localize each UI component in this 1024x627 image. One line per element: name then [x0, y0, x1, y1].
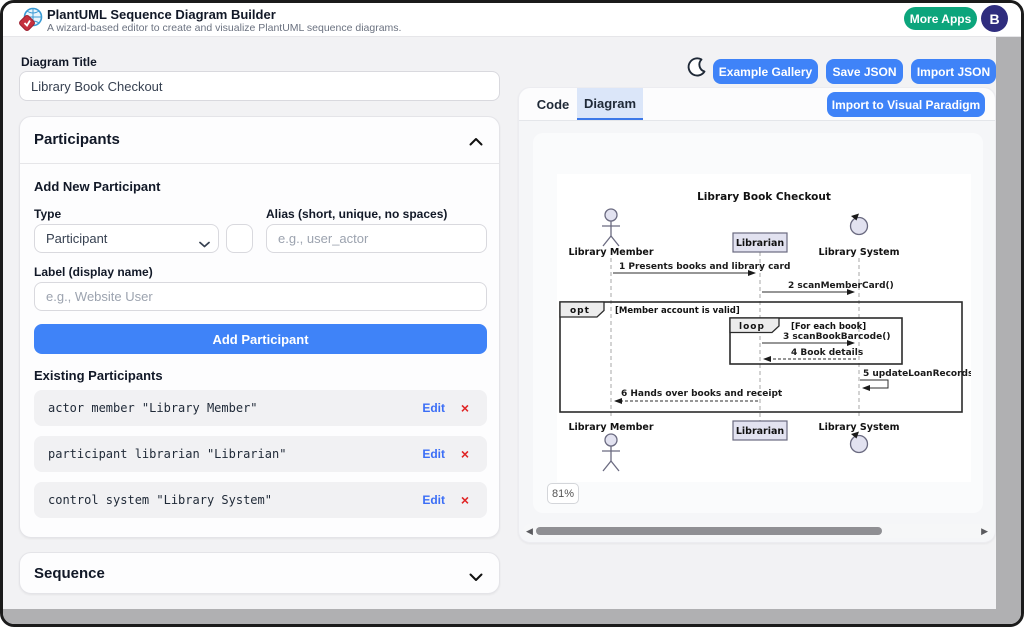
seq-message-label: 6 Hands over books and receipt	[621, 389, 783, 399]
app-subtitle: A wizard-based editor to create and visu…	[47, 22, 401, 34]
edit-participant-button[interactable]: Edit	[422, 447, 445, 461]
divider	[20, 163, 499, 164]
user-avatar[interactable]: B	[981, 5, 1008, 32]
participant-type-select[interactable]: Participant	[34, 224, 219, 253]
zoom-level-badge: 81%	[547, 483, 579, 504]
remove-participant-button[interactable]: ×	[461, 446, 469, 462]
app-window: PlantUML Sequence Diagram Builder A wiza…	[0, 0, 1024, 627]
import-json-button[interactable]: Import JSON	[911, 59, 996, 84]
seq-message-label: 4 Book details	[791, 348, 863, 358]
scrollbar-right-arrow-icon[interactable]: ▶	[981, 524, 988, 538]
participant-code: participant librarian "Librarian"	[48, 447, 286, 461]
chevron-down-icon	[469, 569, 483, 587]
window-right-gutter	[996, 37, 1021, 609]
diagram-preview: Library Book Checkout Library Member	[533, 133, 983, 513]
loop-guard: [For each book]	[791, 322, 866, 332]
participants-card: Participants Add New Participant Type Al…	[19, 116, 500, 538]
loop-keyword: loop	[739, 322, 765, 332]
label-input[interactable]	[34, 282, 487, 311]
scrollbar-left-arrow-icon[interactable]: ◀	[526, 524, 533, 538]
sequence-title: Sequence	[34, 565, 105, 582]
participants-title: Participants	[34, 131, 120, 148]
app-header: PlantUML Sequence Diagram Builder A wiza…	[3, 3, 1021, 37]
participant-row: control system "Library System" Edit ×	[34, 482, 487, 518]
seq-self-message-line	[860, 380, 888, 388]
scrollbar-thumb[interactable]	[536, 527, 882, 535]
opt-keyword: opt	[570, 306, 590, 316]
remove-participant-button[interactable]: ×	[461, 492, 469, 508]
participant-code: control system "Library System"	[48, 493, 272, 507]
window-bottom-gutter	[3, 609, 1021, 624]
participant-row: actor member "Library Member" Edit ×	[34, 390, 487, 426]
alias-input[interactable]	[266, 224, 487, 253]
participant-name: Librarian	[736, 426, 785, 437]
participant-name: Librarian	[736, 238, 785, 249]
save-json-button[interactable]: Save JSON	[826, 59, 903, 84]
app-logo-icon	[18, 7, 44, 33]
alias-label: Alias (short, unique, no spaces)	[266, 207, 447, 221]
existing-participants-heading: Existing Participants	[34, 368, 163, 383]
actor-icon	[602, 209, 620, 246]
type-label: Type	[34, 207, 61, 221]
participant-color-box[interactable]	[226, 224, 253, 253]
participant-row: participant librarian "Librarian" Edit ×	[34, 436, 487, 472]
opt-guard: [Member account is valid]	[615, 306, 740, 316]
sequence-accordion-header[interactable]: Sequence	[19, 552, 500, 594]
seq-message-label: 2 scanMemberCard()	[788, 281, 894, 291]
import-to-visual-paradigm-button[interactable]: Import to Visual Paradigm	[827, 92, 985, 117]
tab-bar: Code Diagram Import to Visual Paradigm	[519, 88, 995, 121]
diagram-panel: Code Diagram Import to Visual Paradigm L…	[518, 87, 996, 543]
diagram-title-label: Diagram Title	[21, 55, 97, 69]
edit-participant-button[interactable]: Edit	[422, 493, 445, 507]
participants-accordion-header[interactable]: Participants	[20, 117, 499, 163]
app-title: PlantUML Sequence Diagram Builder	[47, 7, 276, 22]
tab-code[interactable]: Code	[529, 88, 577, 120]
seq-message-label: 5 updateLoanRecords()	[863, 369, 971, 379]
edit-participant-button[interactable]: Edit	[422, 401, 445, 415]
type-select-wrap: Participant	[34, 224, 219, 253]
label-field-label: Label (display name)	[34, 265, 153, 279]
sequence-diagram-image: Library Book Checkout Library Member	[557, 174, 971, 482]
dark-mode-moon-icon[interactable]	[685, 56, 707, 83]
participant-name: Library Member	[568, 247, 653, 258]
seq-message-label: 1 Presents books and library card	[619, 262, 790, 272]
participant-name: Library Member	[568, 422, 653, 433]
participant-name: Library System	[819, 422, 900, 433]
diagram-title-input[interactable]	[19, 71, 500, 101]
chevron-up-icon	[469, 133, 483, 151]
add-participant-button[interactable]: Add Participant	[34, 324, 487, 354]
add-participant-heading: Add New Participant	[34, 179, 160, 194]
participant-code: actor member "Library Member"	[48, 401, 258, 415]
seq-title: Library Book Checkout	[697, 191, 831, 203]
remove-participant-button[interactable]: ×	[461, 400, 469, 416]
seq-message-label: 3 scanBookBarcode()	[783, 332, 890, 342]
tab-diagram[interactable]: Diagram	[577, 88, 643, 120]
participant-name: Library System	[819, 247, 900, 258]
control-icon	[851, 436, 868, 453]
control-icon	[851, 218, 868, 235]
example-gallery-button[interactable]: Example Gallery	[713, 59, 818, 84]
horizontal-scrollbar[interactable]: ◀ ▶	[523, 524, 991, 538]
more-apps-button[interactable]: More Apps	[904, 7, 977, 30]
actor-icon	[602, 434, 620, 471]
